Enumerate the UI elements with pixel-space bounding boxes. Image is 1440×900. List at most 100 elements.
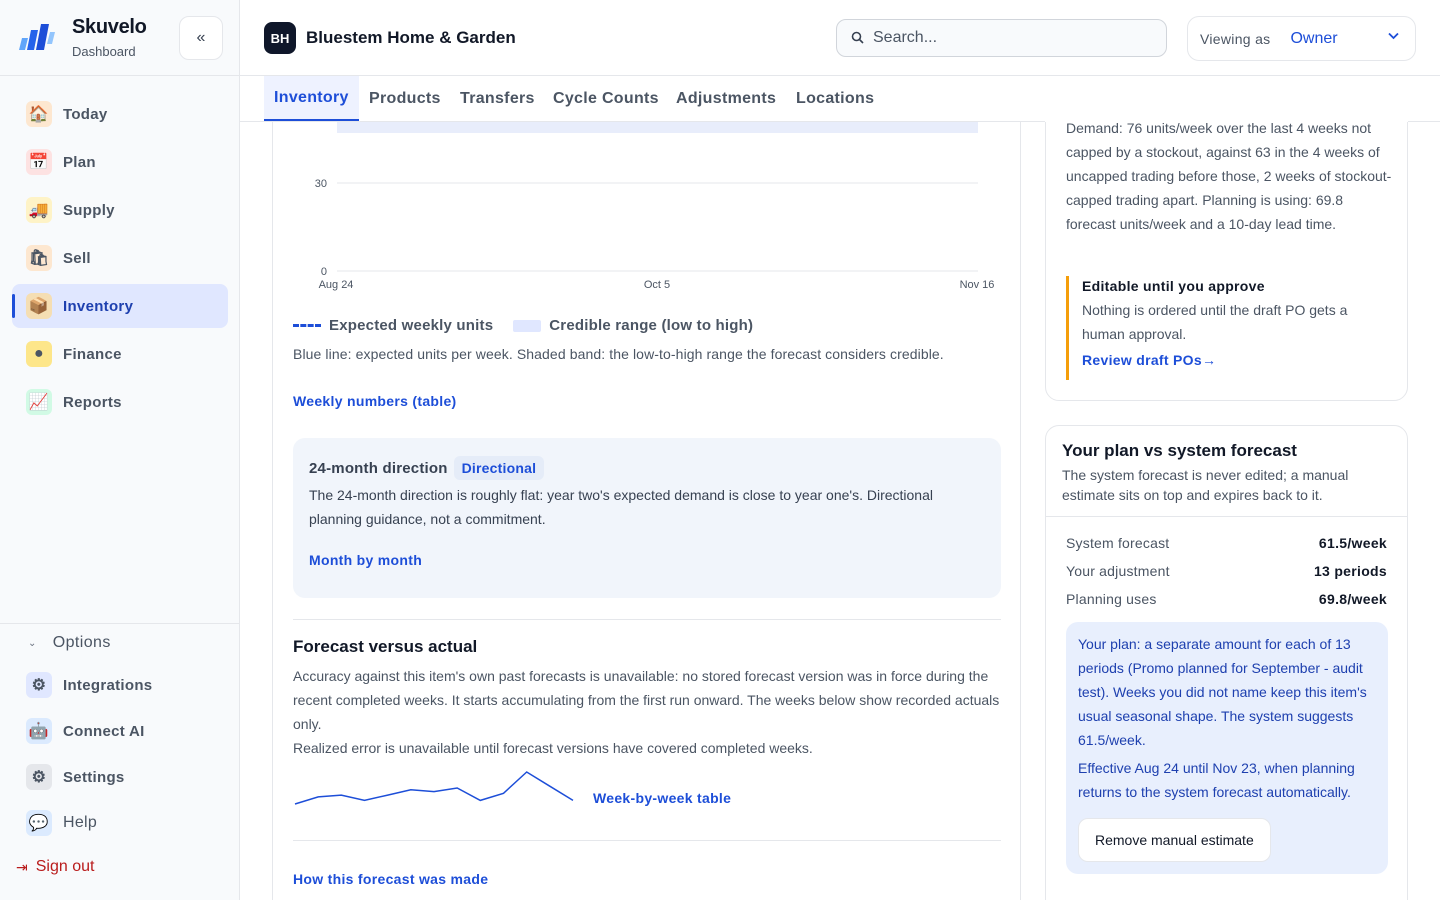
- main-content: 0 30 Aug 24 Oct 5 Nov 16 Expected weekly uni…: [272, 122, 1021, 900]
- options-item-integrations[interactable]: ⚙ Integrations: [12, 662, 228, 708]
- nav-item-label: Today: [63, 105, 108, 123]
- options-item-connect-ai[interactable]: 🤖 Connect AI: [12, 708, 228, 754]
- forecast-vs-actual-text: Accuracy against this item's own past fo…: [293, 668, 1000, 732]
- brand-subtitle: Dashboard: [72, 44, 136, 59]
- y-tick-label: 30: [315, 178, 327, 190]
- how-forecast-made-link[interactable]: How this forecast was made: [293, 871, 488, 887]
- divider: [293, 619, 1001, 620]
- nav-item-finance[interactable]: ● Finance: [12, 332, 228, 376]
- options-item-label: Help: [63, 814, 98, 831]
- viewing-as-label: Viewing as: [1200, 30, 1271, 47]
- direction-text: The 24-month direction is roughly flat: …: [309, 487, 933, 527]
- legend-band: Credible range (low to high): [549, 317, 754, 334]
- options-label: Options: [52, 634, 111, 651]
- legend-dashed-line-swatch: [293, 324, 321, 327]
- legend-band-swatch: [513, 319, 542, 332]
- chart-legend: Expected weekly units Credible range (lo…: [293, 317, 753, 334]
- direction-badge: Directional: [453, 456, 545, 480]
- tab-transfers[interactable]: Transfers: [460, 76, 535, 121]
- direction-title: 24-month direction: [309, 459, 448, 477]
- credible-range-band: [337, 122, 978, 133]
- direction-header: 24-month direction Directional: [309, 456, 545, 480]
- tab-cycle-counts[interactable]: Cycle Counts: [553, 76, 659, 121]
- tab-products[interactable]: Products: [369, 76, 441, 121]
- top-header: BH Bluestem Home & Garden Viewing as Own…: [240, 0, 1440, 76]
- sign-out-button[interactable]: ⇥ Sign out: [16, 858, 94, 876]
- nav-item-label: Supply: [63, 201, 115, 219]
- nav-item-sell[interactable]: 🛍 Sell: [12, 236, 228, 280]
- options-item-label: Connect AI: [63, 722, 145, 740]
- options-item-help[interactable]: 💬 Help: [12, 800, 228, 846]
- calendar-icon: 📅: [26, 149, 52, 175]
- chart-caption: Blue line: expected units per week. Shad…: [293, 346, 944, 362]
- review-draft-pos-link[interactable]: Review draft POs→: [1082, 352, 1386, 368]
- plan-card-subtitle: The system forecast is never edited; a m…: [1062, 467, 1349, 503]
- truck-icon: 🚚: [26, 197, 52, 223]
- nav-item-inventory[interactable]: 📦 Inventory: [12, 284, 228, 328]
- brand: Skuvelo Dashboard «: [0, 0, 240, 76]
- row-label: Your adjustment: [1066, 563, 1170, 579]
- double-chevron-left-icon: «: [196, 29, 206, 46]
- month-by-month-link[interactable]: Month by month: [309, 552, 422, 568]
- y-tick-label: 0: [321, 266, 327, 278]
- options-toggle[interactable]: ⌄ Options: [28, 634, 111, 652]
- x-tick-label: Aug 24: [319, 279, 354, 291]
- options-item-settings[interactable]: ⚙ Settings: [12, 754, 228, 800]
- editable-title: Editable until you approve: [1082, 278, 1265, 294]
- forecast-chart: 0 30 Aug 24 Oct 5 Nov 16: [315, 122, 995, 291]
- nav-item-reports[interactable]: 📈 Reports: [12, 380, 228, 424]
- manual-plan-effective-text: Effective Aug 24 until Nov 23, when plan…: [1078, 760, 1355, 800]
- week-by-week-link[interactable]: Week-by-week table: [593, 790, 731, 806]
- direction-panel: 24-month direction Directional The 24-mo…: [293, 438, 1001, 598]
- options-item-label: Settings: [63, 768, 125, 786]
- viewing-as-select[interactable]: Viewing as Owner: [1187, 16, 1416, 61]
- manual-plan-box: Your plan: a separate amount for each of…: [1066, 622, 1388, 874]
- row-value: 69.8/week: [1318, 591, 1387, 607]
- divider: [293, 840, 1001, 841]
- sign-out-label: Sign out: [35, 858, 95, 875]
- sparkline-line: [294, 771, 574, 805]
- chart-icon: 📈: [26, 389, 52, 415]
- collapse-sidebar-button[interactable]: «: [179, 16, 223, 60]
- nav-item-plan[interactable]: 📅 Plan: [12, 140, 228, 184]
- realized-error-text: Realized error is unavailable until fore…: [293, 740, 813, 756]
- row-label: System forecast: [1066, 535, 1170, 551]
- house-icon: 🏠: [26, 101, 52, 127]
- nav-item-label: Finance: [63, 345, 122, 363]
- options-list: ⚙ Integrations 🤖 Connect AI ⚙ Settings 💬…: [12, 662, 228, 846]
- sign-out-icon: ⇥: [16, 858, 28, 875]
- tab-inventory[interactable]: Inventory: [264, 76, 359, 121]
- brand-name: Skuvelo: [72, 16, 147, 38]
- coin-icon: ●: [26, 341, 52, 367]
- workspace-name: Bluestem Home & Garden: [306, 28, 516, 47]
- nav-item-label: Reports: [63, 393, 122, 411]
- viewing-as-value: Owner: [1290, 29, 1338, 47]
- package-icon: 📦: [26, 293, 52, 319]
- speech-bubble-icon: 💬: [26, 810, 52, 836]
- options-item-label: Integrations: [63, 676, 153, 694]
- manual-plan-text: Your plan: a separate amount for each of…: [1078, 636, 1367, 748]
- plan-card-title: Your plan vs system forecast: [1062, 441, 1297, 460]
- nav-item-today[interactable]: 🏠 Today: [12, 92, 228, 136]
- nav-item-label: Inventory: [63, 297, 134, 315]
- chevron-down-icon: ⌄: [28, 637, 37, 649]
- actuals-sparkline: [294, 771, 574, 805]
- workspace-avatar: BH: [264, 22, 296, 54]
- x-tick-label: Nov 16: [960, 279, 995, 291]
- nav-item-label: Sell: [63, 249, 91, 267]
- search-input[interactable]: [873, 29, 1153, 47]
- row-value: 61.5/week: [1318, 535, 1387, 551]
- editable-text: Nothing is ordered until the draft PO ge…: [1082, 302, 1348, 342]
- primary-nav: 🏠 Today 📅 Plan 🚚 Supply 🛍 Sell 📦 Invento…: [12, 92, 228, 428]
- robot-icon: 🤖: [26, 718, 52, 744]
- remove-manual-estimate-button[interactable]: Remove manual estimate: [1078, 818, 1271, 862]
- divider: [1046, 516, 1407, 517]
- tab-locations[interactable]: Locations: [796, 76, 874, 121]
- shopping-bag-icon: 🛍: [26, 245, 52, 271]
- chevron-down-icon: [1388, 31, 1399, 43]
- search-box: [836, 19, 1167, 57]
- planning-uses-row: Planning uses 69.8/week: [1066, 591, 1387, 607]
- nav-item-supply[interactable]: 🚚 Supply: [12, 188, 228, 232]
- tab-adjustments[interactable]: Adjustments: [676, 76, 776, 121]
- weekly-numbers-link[interactable]: Weekly numbers (table): [293, 393, 457, 409]
